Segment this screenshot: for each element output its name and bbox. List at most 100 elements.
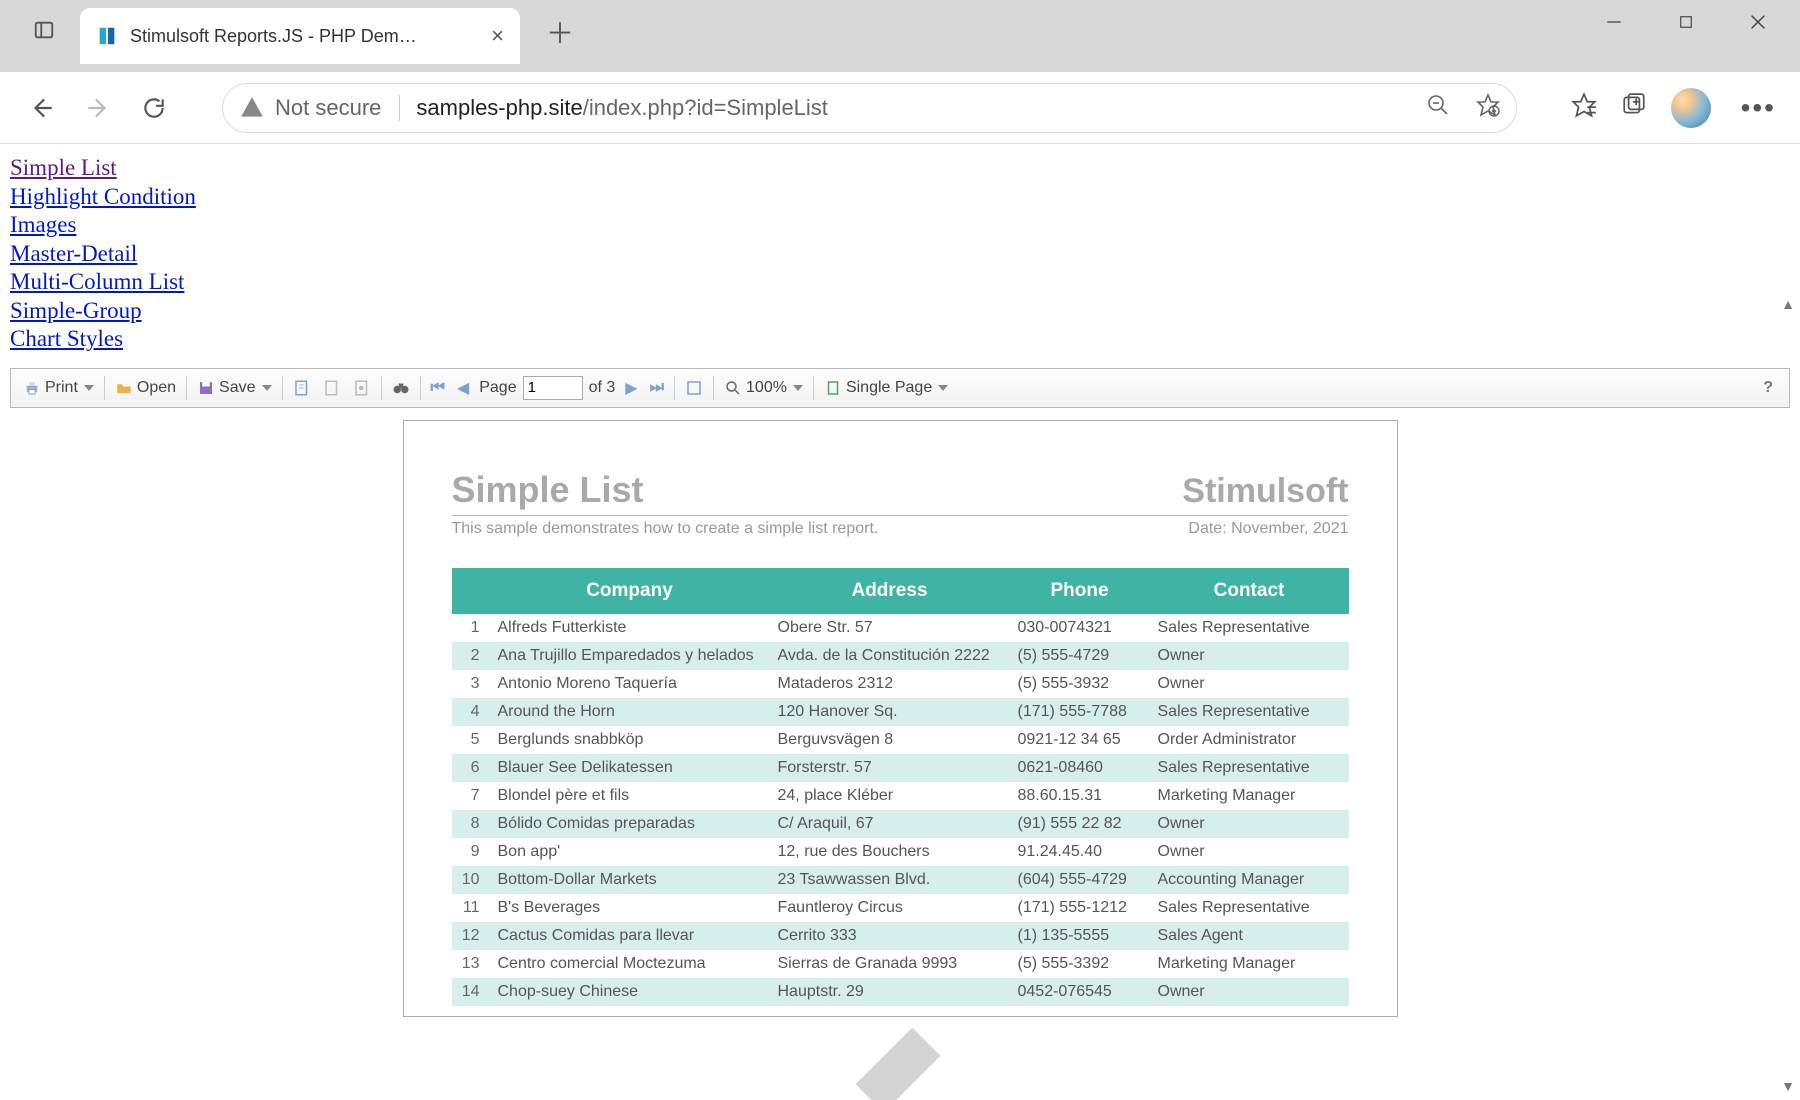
- active-tab[interactable]: Stimulsoft Reports.JS - PHP Dem… ×: [80, 8, 520, 64]
- resources-button[interactable]: [347, 373, 377, 403]
- favorite-icon[interactable]: [1476, 93, 1500, 122]
- bookmarks-button[interactable]: [287, 373, 317, 403]
- nav-link[interactable]: Highlight Condition: [10, 183, 196, 212]
- col-company: Company: [490, 568, 770, 614]
- page-total-label: of 3: [589, 379, 616, 397]
- security-label: Not secure: [275, 95, 381, 121]
- col-address: Address: [770, 568, 1010, 614]
- address-bar[interactable]: Not secure samples-php.site/index.php?id…: [222, 83, 1517, 133]
- nav-link[interactable]: Simple-Group: [10, 297, 142, 326]
- table-row: 11B's BeveragesFauntleroy Circus(171) 55…: [452, 894, 1349, 922]
- bookmarks-icon: [293, 379, 311, 397]
- binoculars-icon: [392, 379, 410, 397]
- page-label: Page: [479, 379, 516, 397]
- maximize-button[interactable]: [1650, 0, 1722, 44]
- browser-toolbar: Not secure samples-php.site/index.php?id…: [0, 72, 1800, 144]
- last-page-icon: ⏭: [650, 379, 664, 397]
- url-text: samples-php.site/index.php?id=SimpleList: [416, 95, 828, 121]
- prev-page-icon: ◀: [457, 378, 469, 398]
- printer-icon: [23, 379, 41, 397]
- table-row: 14Chop-suey ChineseHauptstr. 290452-0765…: [452, 978, 1349, 1006]
- table-row: 10Bottom-Dollar Markets23 Tsawwassen Blv…: [452, 866, 1349, 894]
- next-page-button[interactable]: ▶: [619, 373, 643, 403]
- back-button[interactable]: [18, 84, 66, 132]
- new-tab-button[interactable]: ＋: [538, 10, 582, 54]
- chevron-down-icon: [84, 385, 94, 391]
- report-brand: Stimulsoft: [1182, 472, 1348, 511]
- magnifier-icon: [724, 379, 742, 397]
- full-screen-button[interactable]: [679, 373, 709, 403]
- col-blank: [452, 568, 490, 614]
- folder-open-icon: [115, 379, 133, 397]
- close-tab-button[interactable]: ×: [491, 23, 504, 49]
- prev-page-button[interactable]: ◀: [451, 373, 475, 403]
- report-viewport[interactable]: Simple List Stimulsoft This sample demon…: [0, 408, 1800, 1094]
- forward-button[interactable]: [74, 84, 122, 132]
- browser-tab-strip: Stimulsoft Reports.JS - PHP Dem… × ＋: [0, 0, 1800, 72]
- report-page: Simple List Stimulsoft This sample demon…: [403, 420, 1398, 1017]
- parameters-icon: [323, 379, 341, 397]
- chevron-down-icon: [793, 385, 803, 391]
- next-page-icon: ▶: [625, 378, 637, 398]
- print-button[interactable]: Print: [17, 373, 100, 403]
- single-page-icon: [824, 379, 842, 397]
- report-title: Simple List: [452, 469, 644, 511]
- reload-button[interactable]: [130, 84, 178, 132]
- fullscreen-icon: [685, 379, 703, 397]
- zoom-icon[interactable]: [1426, 93, 1450, 122]
- table-row: 9Bon app'12, rue des Bouchers91.24.45.40…: [452, 838, 1349, 866]
- menu-button[interactable]: •••: [1735, 92, 1782, 124]
- browser-right-controls: •••: [1571, 88, 1782, 128]
- table-row: 5Berglunds snabbköpBerguvsvägen 80921-12…: [452, 726, 1349, 754]
- view-mode-button[interactable]: Single Page: [818, 373, 954, 403]
- nav-link[interactable]: Multi-Column List: [10, 268, 184, 297]
- close-window-button[interactable]: [1722, 0, 1794, 44]
- first-page-button[interactable]: ⏮: [425, 373, 451, 403]
- scroll-down-button[interactable]: ▼: [1778, 1074, 1798, 1098]
- nav-link[interactable]: Chart Styles: [10, 325, 123, 354]
- find-button[interactable]: [386, 373, 416, 403]
- table-row: 8Bólido Comidas preparadasC/ Araquil, 67…: [452, 810, 1349, 838]
- save-button[interactable]: Save: [191, 373, 277, 403]
- table-row: 4Around the Horn120 Hanover Sq.(171) 555…: [452, 698, 1349, 726]
- last-page-button[interactable]: ⏭: [644, 373, 670, 403]
- table-row: 1Alfreds FutterkisteObere Str. 57030-007…: [452, 614, 1349, 642]
- report-subtitle: This sample demonstrates how to create a…: [452, 520, 879, 538]
- page-number-input[interactable]: [523, 376, 583, 400]
- table-row: 6Blauer See DelikatessenForsterstr. 5706…: [452, 754, 1349, 782]
- first-page-icon: ⏮: [431, 379, 445, 397]
- viewer-toolbar: Print Open Save ⏮ ◀ Page of 3 ▶ ⏭: [10, 368, 1790, 408]
- collections-icon[interactable]: [1621, 92, 1647, 123]
- report-date: Date: November, 2021: [1188, 520, 1348, 538]
- nav-link[interactable]: Simple List: [10, 154, 117, 183]
- table-row: 3Antonio Moreno TaqueríaMataderos 2312(5…: [452, 670, 1349, 698]
- window-controls: [1578, 0, 1800, 72]
- chevron-down-icon: [938, 385, 948, 391]
- nav-link[interactable]: Master-Detail: [10, 240, 137, 269]
- resources-icon: [353, 379, 371, 397]
- nav-link[interactable]: Images: [10, 211, 76, 240]
- security-indicator[interactable]: Not secure: [239, 95, 400, 121]
- report-table: Company Address Phone Contact 1Alfreds F…: [452, 568, 1349, 1006]
- table-row: 13Centro comercial MoctezumaSierras de G…: [452, 950, 1349, 978]
- tab-title: Stimulsoft Reports.JS - PHP Dem…: [130, 26, 417, 47]
- table-row: 7Blondel père et fils24, place Kléber88.…: [452, 782, 1349, 810]
- page-content: ▲ Simple ListHighlight ConditionImagesMa…: [0, 144, 1800, 1100]
- tab-actions-button[interactable]: [22, 8, 66, 52]
- nav-link-list: Simple ListHighlight ConditionImagesMast…: [0, 144, 1800, 368]
- chevron-down-icon: [262, 385, 272, 391]
- table-row: 12Cactus Comidas para llevarCerrito 333(…: [452, 922, 1349, 950]
- save-icon: [197, 379, 215, 397]
- zoom-button[interactable]: 100%: [718, 373, 809, 403]
- help-button[interactable]: ?: [1753, 379, 1783, 397]
- favorites-list-icon[interactable]: [1571, 92, 1597, 123]
- tab-favicon-icon: [96, 25, 118, 47]
- scroll-up-button[interactable]: ▲: [1778, 292, 1798, 316]
- minimize-button[interactable]: [1578, 0, 1650, 44]
- col-contact: Contact: [1150, 568, 1349, 614]
- table-row: 2Ana Trujillo Emparedados y heladosAvda.…: [452, 642, 1349, 670]
- open-button[interactable]: Open: [109, 373, 182, 403]
- col-phone: Phone: [1010, 568, 1150, 614]
- parameters-button[interactable]: [317, 373, 347, 403]
- profile-avatar[interactable]: [1671, 88, 1711, 128]
